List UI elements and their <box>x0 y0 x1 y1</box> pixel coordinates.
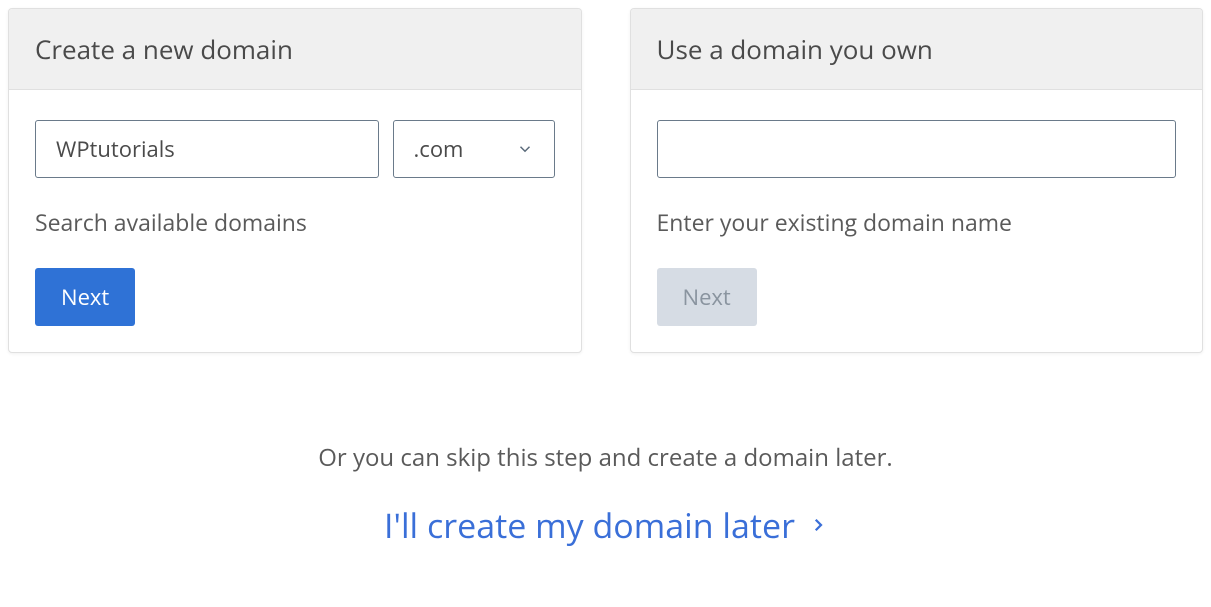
chevron-down-icon <box>516 140 534 158</box>
use-helper-text: Enter your existing domain name <box>657 206 1177 238</box>
create-card-title: Create a new domain <box>35 31 555 67</box>
use-card-body: Enter your existing domain name Next <box>631 90 1203 352</box>
create-helper-text: Search available domains <box>35 206 555 238</box>
tld-selected-value: .com <box>414 134 464 164</box>
tld-select[interactable]: .com <box>393 120 555 178</box>
use-card-title: Use a domain you own <box>657 31 1177 67</box>
create-later-link[interactable]: I'll create my domain later <box>384 502 827 548</box>
create-card-body: .com Search available domains Next <box>9 90 581 352</box>
create-domain-card: Create a new domain .com Search availabl… <box>8 8 582 353</box>
chevron-right-icon <box>809 511 827 539</box>
domain-name-input[interactable] <box>35 120 379 178</box>
use-next-button[interactable]: Next <box>657 268 757 326</box>
create-input-row: .com <box>35 120 555 178</box>
skip-block: Or you can skip this step and create a d… <box>8 441 1203 548</box>
create-later-label: I'll create my domain later <box>384 502 795 548</box>
skip-prompt: Or you can skip this step and create a d… <box>8 441 1203 474</box>
existing-domain-input[interactable] <box>657 120 1177 178</box>
use-card-header: Use a domain you own <box>631 9 1203 90</box>
create-next-button[interactable]: Next <box>35 268 135 326</box>
use-domain-card: Use a domain you own Enter your existing… <box>630 8 1204 353</box>
create-card-header: Create a new domain <box>9 9 581 90</box>
